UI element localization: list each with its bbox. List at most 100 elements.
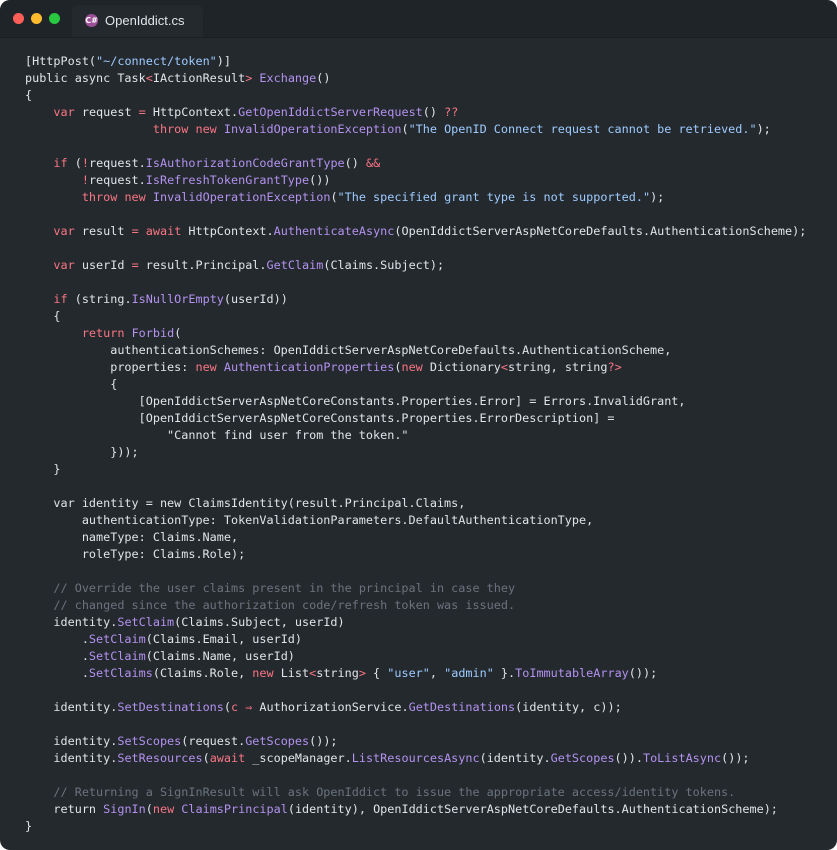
- code-token: userId: [74, 258, 132, 272]
- code-token: SetClaim: [117, 615, 175, 629]
- code-token: new: [152, 802, 175, 816]
- code-token: (: [330, 190, 338, 204]
- code-token: (string.: [67, 292, 132, 306]
- code-token: (: [223, 700, 231, 714]
- code-token: HttpContext.: [145, 105, 239, 119]
- code-line: nameType: Claims.Name,: [25, 529, 806, 546]
- code-token: =: [131, 224, 139, 238]
- code-token: .: [25, 632, 89, 646]
- code-token: new: [195, 360, 217, 374]
- code-token: identity.: [25, 615, 118, 629]
- code-token: (Claims.Subject);: [323, 258, 445, 272]
- code-token: (: [401, 122, 409, 136]
- code-token: [OpenIddictServerAspNetCoreConstants.Pro…: [25, 411, 615, 425]
- code-token: ());: [309, 734, 338, 748]
- code-token: SignIn: [103, 802, 146, 816]
- code-line: .SetClaim(Claims.Email, userId): [25, 631, 806, 648]
- code-token: .: [25, 666, 89, 680]
- code-token: throw: [81, 190, 118, 204]
- code-line: authenticationSchemes: OpenIddictServerA…: [25, 342, 806, 359]
- code-line: {: [25, 308, 806, 325]
- code-token: var: [53, 258, 75, 272]
- code-token: {: [25, 309, 61, 323]
- code-token: new: [252, 666, 274, 680]
- code-token: >: [358, 666, 366, 680]
- code-line: properties: new AuthenticationProperties…: [25, 359, 806, 376]
- code-token: ()): [309, 173, 331, 187]
- code-line: [OpenIddictServerAspNetCoreConstants.Pro…: [25, 393, 806, 410]
- code-token: (): [344, 156, 366, 170]
- code-token: GetOpenIddictServerRequest: [238, 105, 423, 119]
- close-window-button[interactable]: [13, 13, 24, 24]
- code-token: ToImmutableArray: [515, 666, 629, 680]
- file-tab-title: OpenIddict.cs: [105, 13, 185, 28]
- code-line: var userId = result.Principal.GetClaim(C…: [25, 257, 806, 274]
- code-token: (request.: [181, 734, 246, 748]
- code-token: AuthorizationService.: [252, 700, 409, 714]
- code-line: return SignIn(new ClaimsPrincipal(identi…: [25, 801, 806, 818]
- code-token: new: [124, 190, 146, 204]
- code-token: (Claims.Role,: [152, 666, 253, 680]
- code-token: IsAuthorizationCodeGrantType: [145, 156, 345, 170]
- code-line: }: [25, 461, 806, 478]
- code-line: return Forbid(: [25, 325, 806, 342]
- code-line: identity.SetDestinations(c ⇒ Authorizati…: [25, 699, 806, 716]
- code-editor[interactable]: [HttpPost("~/connect/token")] public asyn…: [25, 53, 806, 835]
- code-token: identity.: [25, 751, 118, 765]
- code-token: );: [756, 122, 771, 136]
- code-token: }.: [493, 666, 516, 680]
- code-line: }: [25, 818, 806, 835]
- code-token: ??: [444, 105, 459, 119]
- code-line: .SetClaim(Claims.Name, userId): [25, 648, 806, 665]
- code-token: // Returning a SignInResult will ask Ope…: [53, 785, 736, 799]
- csharp-file-icon: C#: [85, 14, 98, 27]
- code-token: (userId)): [223, 292, 288, 306]
- minimize-window-button[interactable]: [31, 13, 42, 24]
- code-token: AuthenticationProperties: [223, 360, 395, 374]
- code-token: GetScopes: [245, 734, 310, 748]
- code-token: var: [53, 224, 75, 238]
- code-token: <: [500, 360, 509, 374]
- code-token: Dictionary: [422, 360, 501, 374]
- code-token: (identity, c));: [515, 700, 622, 714]
- code-token: &&: [365, 156, 381, 170]
- code-line: // Override the user claims present in t…: [25, 580, 806, 597]
- code-token: "admin": [444, 666, 494, 680]
- code-line: }));: [25, 444, 806, 461]
- code-token: string: [316, 666, 359, 680]
- code-line: var result = await HttpContext.Authentic…: [25, 223, 806, 240]
- code-token: _scopeManager.: [245, 751, 352, 765]
- code-token: identity.: [25, 700, 118, 714]
- code-token: (): [316, 71, 331, 85]
- code-token: {: [25, 377, 118, 391]
- code-token: SetClaim: [88, 632, 146, 646]
- code-token: <: [145, 71, 153, 85]
- code-token: request: [74, 105, 139, 119]
- code-window: C# OpenIddict.cs [HttpPost("~/connect/to…: [0, 0, 837, 850]
- code-token: ());: [628, 666, 658, 680]
- file-tab[interactable]: C# OpenIddict.cs: [72, 5, 203, 37]
- zoom-window-button[interactable]: [49, 13, 60, 24]
- code-token: SetResources: [117, 751, 203, 765]
- code-token: if: [53, 292, 68, 306]
- code-token: InvalidOperationException: [152, 190, 331, 204]
- code-token: GetScopes: [550, 751, 615, 765]
- code-token: return: [81, 326, 125, 340]
- code-token: nameType: Claims.Name,: [25, 530, 239, 544]
- code-line: throw new InvalidOperationException("The…: [25, 121, 806, 138]
- code-line: authenticationType: TokenValidationParam…: [25, 512, 806, 529]
- code-token: List: [273, 666, 310, 680]
- code-token: await: [209, 751, 246, 765]
